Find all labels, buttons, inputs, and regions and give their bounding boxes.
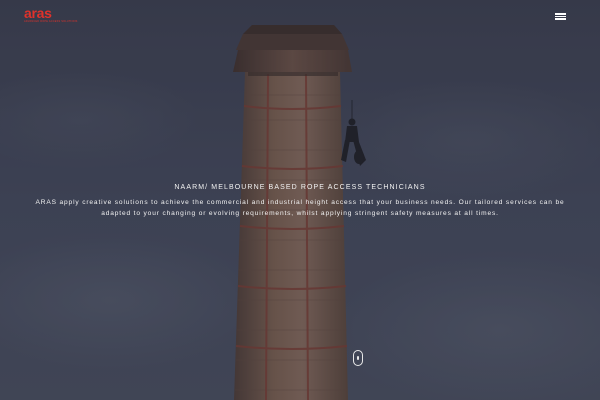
hero-headline: NAARM/ MELBOURNE BASED ROPE ACCESS TECHN… <box>174 184 426 191</box>
logo-tagline: ADVANCED ROPE ACCESS SOLUTIONS <box>24 20 78 23</box>
scroll-down-mouse-icon[interactable] <box>353 350 363 366</box>
menu-line-bottom <box>555 18 566 20</box>
aras-logo[interactable]: aras ADVANCED ROPE ACCESS SOLUTIONS <box>24 5 78 27</box>
logo-wordmark: aras <box>24 5 52 21</box>
site-header: aras ADVANCED ROPE ACCESS SOLUTIONS <box>0 0 600 34</box>
hero-section: aras ADVANCED ROPE ACCESS SOLUTIONS NAAR… <box>0 0 600 400</box>
menu-line-middle <box>555 15 566 17</box>
scroll-wheel-dot <box>357 356 359 360</box>
menu-line-top <box>555 13 566 15</box>
hero-text-block: NAARM/ MELBOURNE BASED ROPE ACCESS TECHN… <box>20 183 580 219</box>
hamburger-menu-icon[interactable] <box>553 10 570 22</box>
hero-intro-text: ARAS apply creative solutions to achieve… <box>35 199 565 217</box>
